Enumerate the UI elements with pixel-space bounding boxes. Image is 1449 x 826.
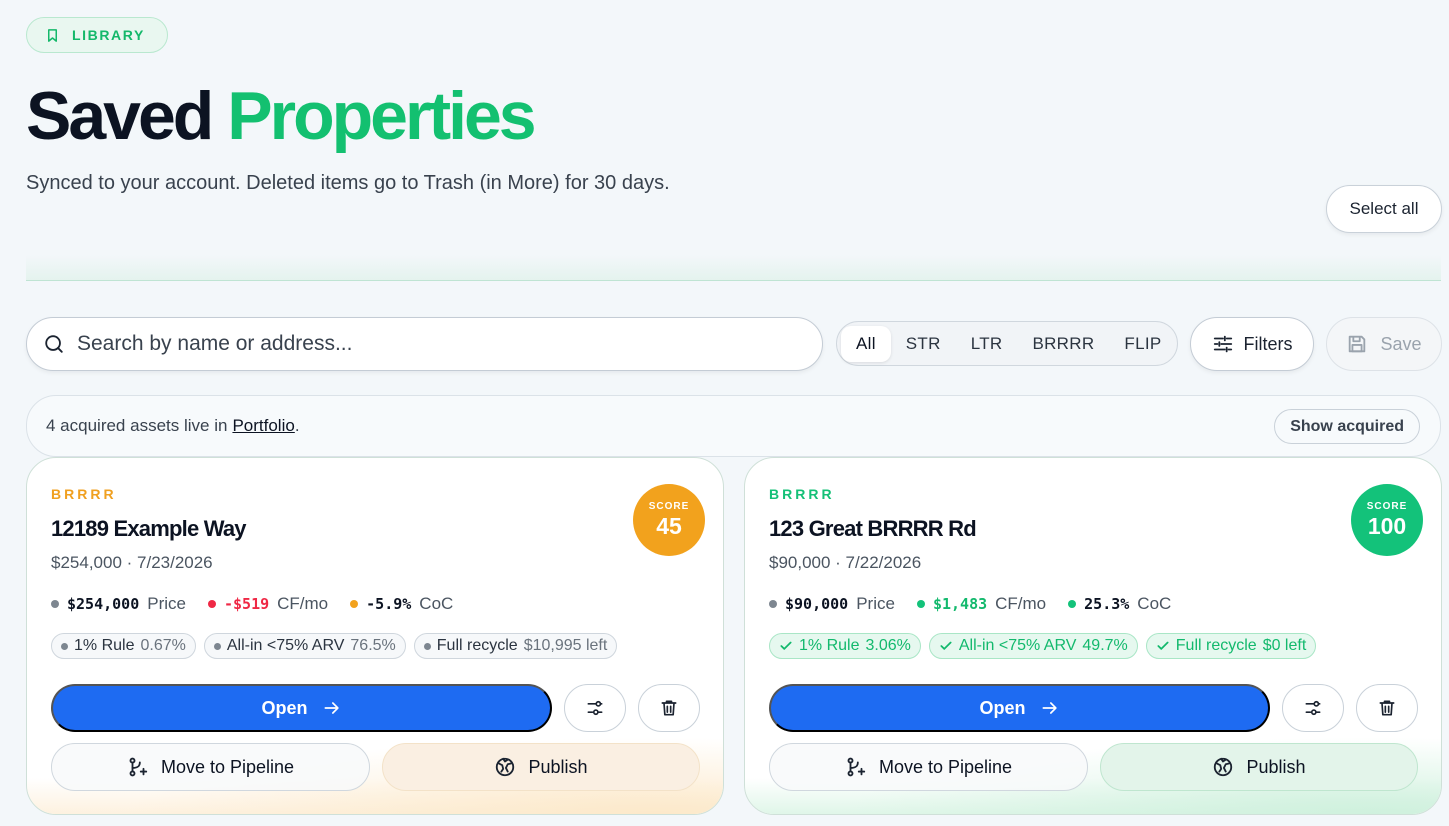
trash-icon — [661, 700, 677, 716]
publish-button[interactable]: Publish — [1100, 743, 1418, 791]
property-address: 12189 Example Way — [51, 516, 247, 541]
save-button[interactable]: Save — [1326, 317, 1442, 371]
metric-price: $90,000 Price — [769, 594, 895, 614]
save-label: Save — [1380, 333, 1422, 354]
score-label: SCORE — [648, 500, 690, 512]
acquired-info-bar: 4 acquired assets live in Portfolio . Sh… — [26, 395, 1441, 457]
strategy-label: BRRRR — [51, 486, 117, 502]
score-value: 100 — [1367, 512, 1407, 539]
page-title-part2: Properties — [227, 78, 536, 154]
delete-button[interactable] — [638, 684, 700, 732]
check-icon — [780, 641, 792, 650]
sliders-compare-icon — [587, 700, 603, 716]
trash-icon — [1379, 700, 1395, 716]
search-bar[interactable] — [26, 317, 823, 371]
metric-cashflow: $1,483 CF/mo — [916, 594, 1046, 614]
metric-coc: 25.3% CoC — [1068, 594, 1171, 614]
filters-label: Filters — [1243, 333, 1293, 354]
publish-button[interactable]: Publish — [382, 743, 700, 791]
filters-button[interactable]: Filters — [1190, 317, 1314, 371]
chip-one-percent-rule: 1% Rule 0.67% — [51, 633, 196, 659]
chip-all-in-arv: All-in <75% ARV 49.7% — [928, 633, 1138, 659]
delete-button[interactable] — [1356, 684, 1418, 732]
metrics-row: $90,000 Price $1,483 CF/mo 25.3% CoC — [769, 594, 1171, 614]
info-text: 4 acquired assets live in — [46, 416, 228, 435]
score-badge: SCORE 100 — [1351, 484, 1423, 556]
move-to-pipeline-button[interactable]: Move to Pipeline — [769, 743, 1088, 791]
sliders-compare-icon — [1305, 700, 1321, 716]
chip-full-recycle: Full recycle $0 left — [1145, 633, 1317, 659]
segment-all[interactable]: All — [841, 325, 891, 362]
move-to-pipeline-button[interactable]: Move to Pipeline — [51, 743, 370, 791]
page-subtitle: Synced to your account. Deleted items go… — [26, 172, 670, 194]
check-icon — [940, 641, 952, 650]
sliders-icon — [1213, 335, 1232, 353]
segment-flip[interactable]: FLIP — [1109, 326, 1176, 362]
metric-coc: -5.9% CoC — [350, 594, 453, 614]
search-input[interactable] — [77, 332, 777, 356]
metric-price: $254,000 Price — [51, 594, 186, 614]
score-badge: SCORE 45 — [633, 484, 705, 556]
property-card[interactable]: BRRRR 12189 Example Way $254,000 · 7/23/… — [26, 457, 724, 815]
header-divider — [26, 255, 1441, 281]
score-value: 45 — [656, 512, 682, 539]
open-button[interactable]: Open — [51, 684, 552, 732]
globe-icon — [1214, 757, 1233, 777]
bookmark-icon — [48, 28, 57, 42]
select-all-button[interactable]: Select all — [1326, 185, 1442, 233]
strategy-segmented-control: All STR LTR BRRRR FLIP — [836, 321, 1178, 366]
property-card[interactable]: BRRRR 123 Great BRRRR Rd $90,000 · 7/22/… — [744, 457, 1442, 815]
chip-all-in-arv: All-in <75% ARV 76.5% — [203, 633, 406, 659]
property-address: 123 Great BRRRR Rd — [769, 516, 977, 541]
info-text-end: . — [294, 416, 300, 435]
segment-brrrr[interactable]: BRRRR — [1017, 326, 1109, 362]
search-icon — [45, 335, 63, 353]
score-label: SCORE — [1366, 500, 1408, 512]
page-title-part1: Saved — [26, 78, 214, 154]
segment-ltr[interactable]: LTR — [956, 326, 1018, 362]
property-subline: $90,000 · 7/22/2026 — [769, 553, 922, 572]
library-badge-label: LIBRARY — [72, 27, 145, 43]
globe-icon — [496, 757, 515, 777]
git-branch-plus-icon — [129, 757, 148, 777]
compare-button[interactable] — [1282, 684, 1344, 732]
metrics-row: $254,000 Price -$519 CF/mo -5.9% CoC — [51, 594, 453, 614]
save-icon — [1349, 335, 1366, 353]
check-icon — [1157, 641, 1169, 650]
arrow-right-icon — [324, 702, 339, 714]
metric-cashflow: -$519 CF/mo — [207, 594, 328, 614]
show-acquired-button[interactable]: Show acquired — [1274, 409, 1420, 444]
open-button[interactable]: Open — [769, 684, 1270, 732]
strategy-label: BRRRR — [769, 486, 835, 502]
git-branch-plus-icon — [847, 757, 866, 777]
rule-chips: 1% Rule 3.06% All-in <75% ARV 49.7% Full r… — [769, 633, 1317, 659]
library-badge: LIBRARY — [26, 17, 168, 53]
page-title: Saved Properties — [26, 76, 537, 156]
rule-chips: 1% Rule 0.67% All-in <75% ARV 76.5% Full r… — [51, 633, 618, 659]
arrow-right-icon — [1042, 702, 1057, 714]
portfolio-link[interactable]: Portfolio — [232, 416, 294, 436]
chip-full-recycle: Full recycle $10,995 left — [413, 633, 618, 659]
compare-button[interactable] — [564, 684, 626, 732]
chip-one-percent-rule: 1% Rule 3.06% — [769, 633, 921, 659]
property-subline: $254,000 · 7/23/2026 — [51, 553, 213, 572]
segment-str[interactable]: STR — [891, 326, 956, 362]
